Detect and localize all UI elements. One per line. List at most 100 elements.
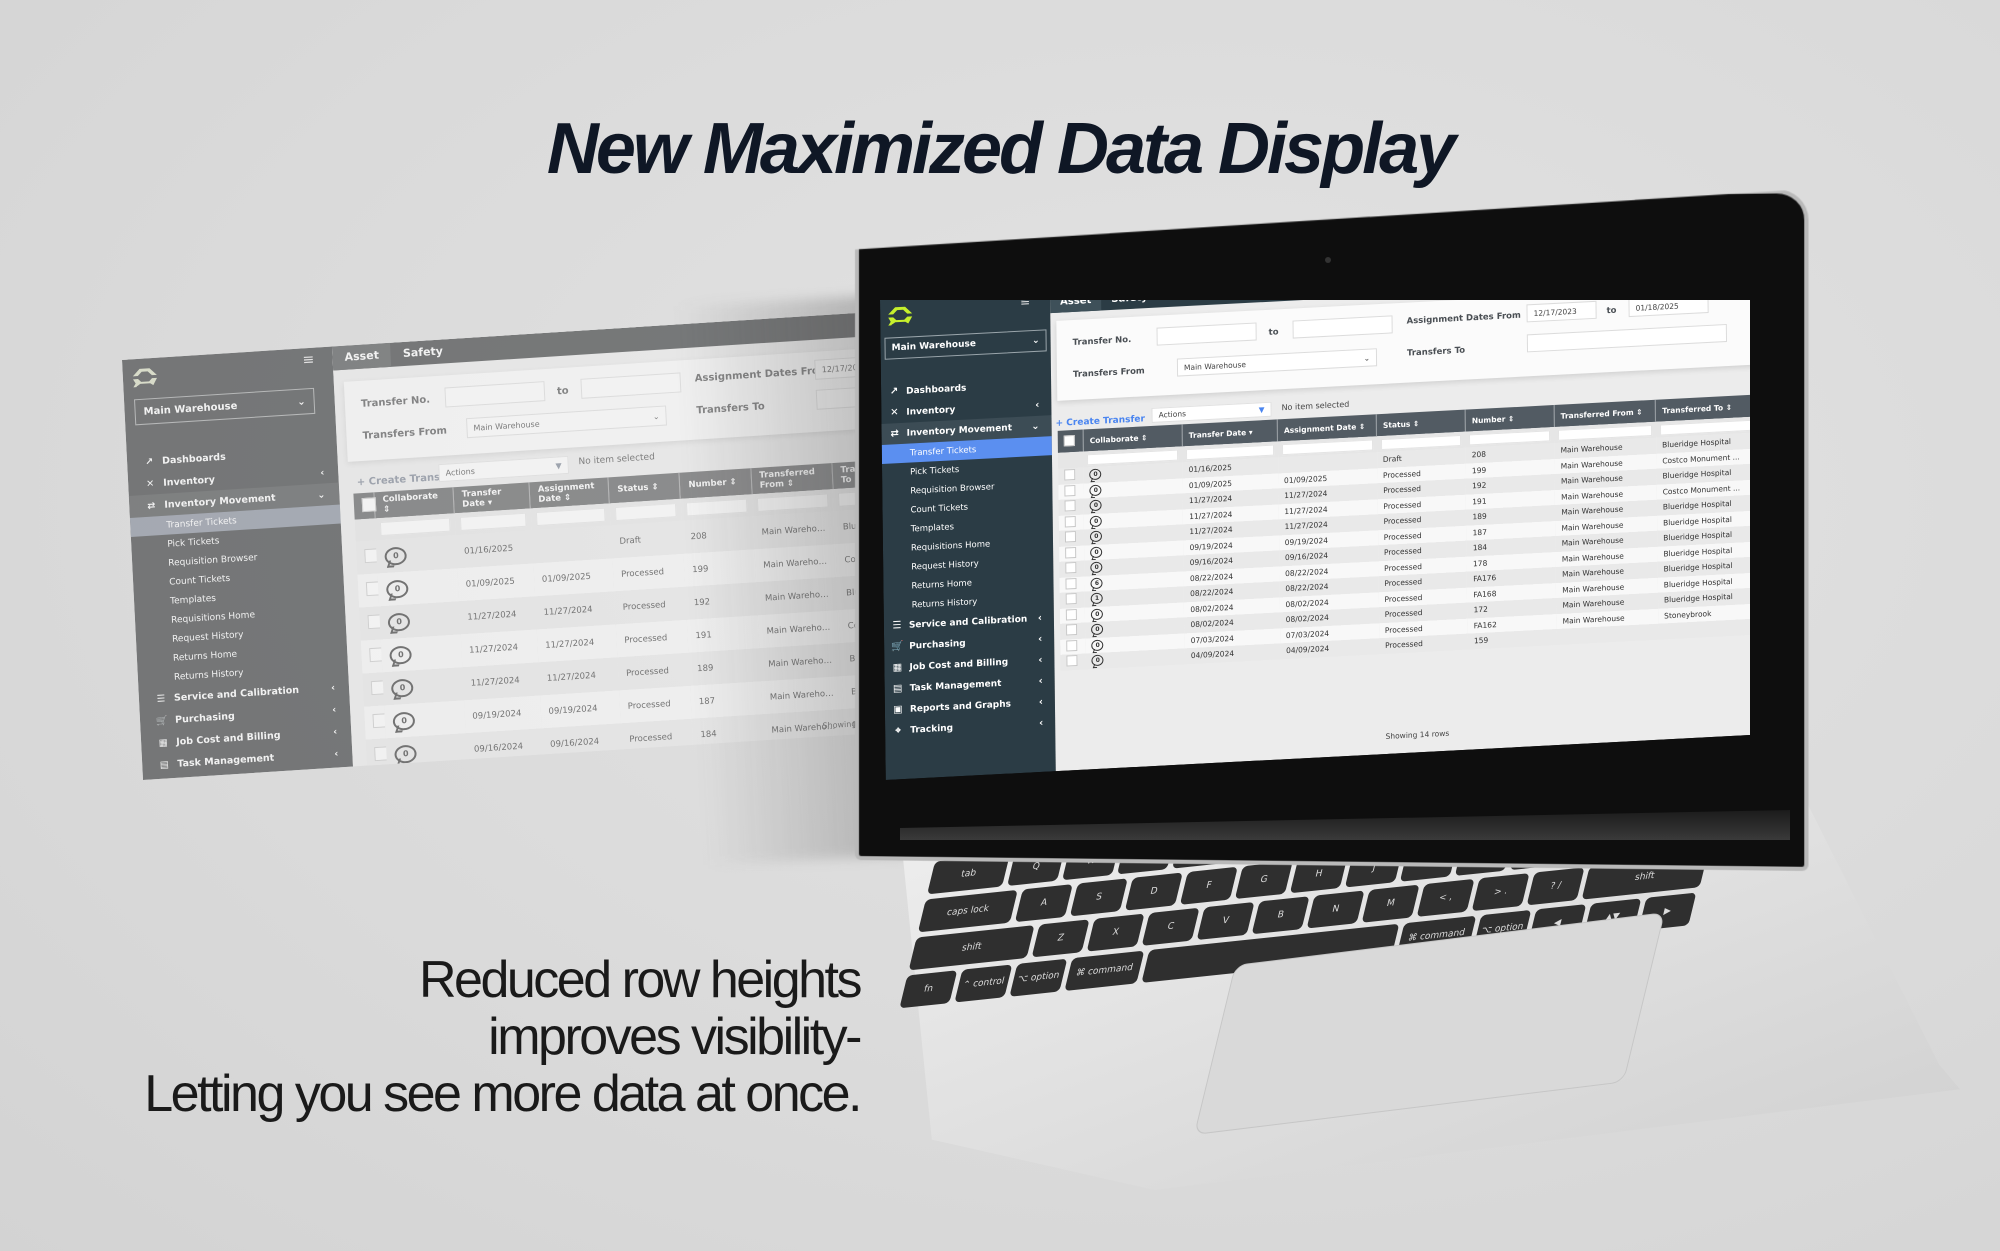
chevron-left-icon[interactable]: ‹: [1039, 697, 1043, 708]
warehouse-select[interactable]: Main Warehouse ⌄: [884, 329, 1046, 359]
actions-dropdown[interactable]: Actions ▼: [438, 456, 569, 482]
row-checkbox[interactable]: [1065, 531, 1076, 543]
comment-bubble-icon[interactable]: 0: [1091, 608, 1103, 620]
comment-bubble-icon[interactable]: 0: [394, 744, 417, 763]
row-checkbox[interactable]: [374, 746, 388, 761]
comment-bubble-icon[interactable]: 0: [1090, 469, 1102, 481]
row-checkbox[interactable]: [1065, 578, 1076, 590]
chevron-left-icon[interactable]: ‹: [334, 748, 338, 759]
select-all-checkbox[interactable]: [362, 497, 377, 512]
chevron-down-icon[interactable]: ⌄: [317, 489, 326, 501]
row-checkbox[interactable]: [1064, 485, 1075, 497]
row-checkbox[interactable]: [1066, 609, 1077, 621]
comment-bubble-icon[interactable]: 0: [1091, 562, 1103, 574]
comment-bubble-icon[interactable]: 0: [391, 678, 414, 697]
comment-bubble-icon[interactable]: 0: [1091, 624, 1103, 636]
chevron-down-icon[interactable]: ⌄: [1031, 421, 1040, 432]
chevron-left-icon[interactable]: ‹: [1039, 718, 1043, 729]
row-checkbox[interactable]: [1066, 624, 1077, 636]
chevron-left-icon[interactable]: ‹: [1035, 400, 1039, 411]
brand-logo-icon[interactable]: [130, 366, 159, 390]
sidebar-item-label: Purchasing: [909, 638, 966, 651]
comment-bubble-icon[interactable]: 0: [1090, 515, 1102, 527]
assignment-date-from-input[interactable]: 12/17/2023: [1526, 301, 1596, 323]
comment-bubble-icon[interactable]: 1: [1091, 593, 1103, 605]
comment-bubble-icon[interactable]: 0: [384, 546, 407, 565]
tab-safety[interactable]: Safety: [1101, 300, 1158, 310]
chevron-left-icon[interactable]: ‹: [1038, 676, 1042, 687]
tab-safety[interactable]: Safety: [390, 338, 455, 367]
transfer-no-from-input[interactable]: [444, 381, 545, 407]
filter-status-input[interactable]: [1381, 434, 1462, 449]
filter-status-input[interactable]: [615, 503, 677, 521]
chevron-left-icon[interactable]: ‹: [320, 467, 324, 478]
row-checkbox[interactable]: [1064, 469, 1075, 481]
row-checkbox[interactable]: [364, 548, 378, 563]
row-checkbox[interactable]: [369, 647, 383, 662]
filter-panel: Transfer No. to Assignment Dates From 12…: [1056, 300, 1750, 401]
chevron-left-icon[interactable]: ‹: [1038, 655, 1042, 666]
tagline-line-1: Reduced row heights: [144, 952, 860, 1009]
cell-checkbox: [1059, 561, 1085, 578]
chevron-left-icon[interactable]: ‹: [333, 726, 337, 737]
row-checkbox[interactable]: [1065, 547, 1076, 559]
transfer-no-from-input[interactable]: [1157, 322, 1257, 345]
key: < ,: [1417, 879, 1475, 917]
transfers-to-input[interactable]: [1527, 324, 1727, 352]
key: C: [1142, 908, 1200, 946]
hamburger-menu-icon[interactable]: ≡: [302, 352, 315, 369]
hamburger-menu-icon[interactable]: ≡: [1020, 300, 1030, 309]
cell-checkbox: [1059, 545, 1085, 562]
select-all-checkbox[interactable]: [1064, 434, 1075, 446]
comment-bubble-icon[interactable]: 0: [389, 645, 412, 664]
key: ⌘ command: [1064, 951, 1144, 991]
comment-bubble-icon[interactable]: 0: [1090, 546, 1102, 558]
chevron-left-icon[interactable]: ‹: [1038, 634, 1042, 645]
transfers-from-select[interactable]: Main Warehouse ⌄: [1177, 348, 1377, 376]
chevron-left-icon[interactable]: ‹: [331, 682, 335, 693]
transfers-from-value: Main Warehouse: [1184, 360, 1246, 372]
comment-bubble-icon[interactable]: 0: [1090, 484, 1102, 496]
row-checkbox[interactable]: [366, 581, 380, 596]
cell-assignment-date: 09/19/2024: [540, 690, 621, 728]
transfer-no-to-input[interactable]: [580, 372, 681, 398]
chevron-left-icon[interactable]: ‹: [1038, 613, 1042, 624]
row-checkbox[interactable]: [1066, 640, 1077, 652]
comment-bubble-icon[interactable]: 0: [386, 579, 409, 598]
tab-asset[interactable]: Asset: [332, 342, 392, 371]
chevron-left-icon[interactable]: ‹: [335, 770, 339, 780]
comment-bubble-icon[interactable]: 0: [1090, 531, 1102, 543]
transfer-no-to-input[interactable]: [1293, 315, 1393, 338]
brand-logo-icon[interactable]: [886, 304, 914, 327]
warehouse-select[interactable]: Main Warehouse ⌄: [134, 388, 315, 426]
comment-bubble-icon[interactable]: 6: [1091, 577, 1103, 589]
filter-collaborate-input[interactable]: [380, 518, 450, 536]
promo-tagline: Reduced row heights improves visibility-…: [144, 952, 860, 1123]
filter-number-input[interactable]: [1469, 430, 1550, 445]
row-checkbox[interactable]: [372, 713, 386, 728]
cell-status: Processed: [619, 686, 692, 724]
key: V: [1197, 902, 1255, 940]
filter-transfer-date-input[interactable]: [459, 513, 526, 531]
row-checkbox[interactable]: [371, 680, 385, 695]
transfers-from-select[interactable]: Main Warehouse ⌄: [466, 405, 667, 438]
row-checkbox[interactable]: [1065, 516, 1076, 528]
chevron-left-icon[interactable]: ‹: [332, 704, 336, 715]
comment-bubble-icon[interactable]: 0: [393, 711, 416, 730]
cell-checkbox: [1058, 468, 1084, 485]
tab-asset[interactable]: Asset: [1050, 300, 1101, 313]
filter-assignment-date-input[interactable]: [536, 508, 606, 526]
row-checkbox[interactable]: [1066, 593, 1077, 605]
row-checkbox[interactable]: [368, 614, 382, 629]
sidebar: ≡ Main Warehouse ⌄ ↗ Dashboards ✕ Inventory…: [122, 347, 353, 780]
row-checkbox[interactable]: [1065, 500, 1076, 512]
comment-bubble-icon[interactable]: 0: [1092, 639, 1104, 651]
comment-bubble-icon[interactable]: 0: [1090, 500, 1102, 512]
report-icon: ▣: [891, 704, 905, 716]
comment-bubble-icon[interactable]: 0: [388, 612, 411, 631]
row-checkbox[interactable]: [1065, 562, 1076, 574]
transfers-from-value: Main Warehouse: [473, 419, 540, 432]
assignment-date-to-input[interactable]: 01/18/2025: [1628, 300, 1708, 317]
row-checkbox[interactable]: [1066, 655, 1077, 667]
comment-bubble-icon[interactable]: 0: [1092, 655, 1104, 667]
